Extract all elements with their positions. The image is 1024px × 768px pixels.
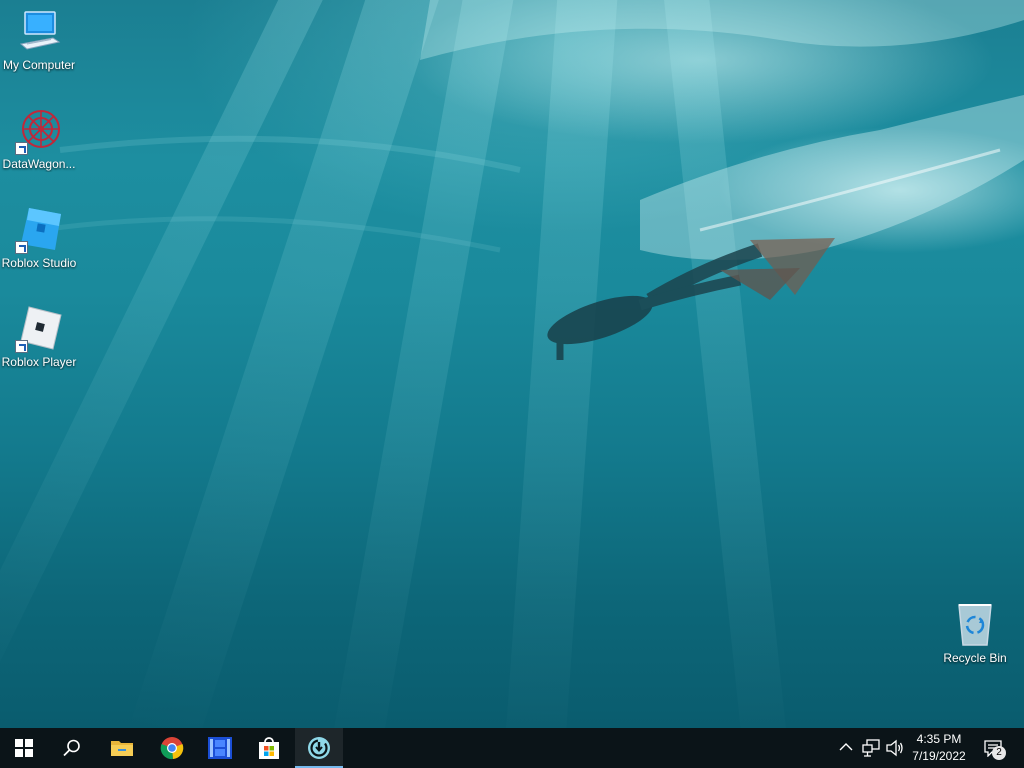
taskbar-active-app[interactable] [295, 728, 343, 768]
shortcut-arrow-icon [15, 241, 28, 254]
wallpaper-waves [39, 0, 1024, 360]
taskbar-file-explorer[interactable] [98, 728, 146, 768]
file-explorer-icon [111, 741, 133, 756]
clock-date[interactable]: 7/19/2022 [904, 749, 974, 763]
show-hidden-icons-button[interactable] [838, 739, 854, 760]
desktop-icon-my-computer[interactable]: My Computer [0, 8, 78, 73]
network-icon [862, 739, 880, 757]
taskbar-microsoft-store[interactable] [245, 728, 293, 768]
desktop-icon-recycle-bin[interactable]: Recycle Bin [936, 601, 1014, 666]
chrome-icon [160, 737, 184, 760]
search-button[interactable] [48, 728, 96, 768]
desktop-icon-label: Roblox Studio [1, 256, 77, 270]
network-status-button[interactable] [862, 739, 880, 762]
computer-icon [15, 8, 63, 56]
desktop-icon-roblox-player[interactable]: Roblox Player [0, 305, 78, 370]
roblox-studio-icon [15, 206, 63, 254]
search-icon [63, 739, 80, 757]
shortcut-arrow-icon [15, 142, 28, 155]
recycle-bin-icon [951, 601, 999, 649]
start-button[interactable] [0, 728, 48, 768]
film-app-icon [208, 737, 232, 759]
desktop[interactable]: My Computer DataWagon... Roblox Studio R… [0, 0, 1024, 728]
desktop-icon-roblox-studio[interactable]: Roblox Studio [0, 206, 78, 271]
windows-start-icon [15, 739, 33, 757]
notification-count-badge: 2 [992, 746, 1006, 760]
action-center-button[interactable]: 2 [984, 739, 1006, 760]
desktop-icon-datawagon[interactable]: DataWagon... [0, 107, 78, 172]
shortcut-arrow-icon [15, 340, 28, 353]
taskbar: 4:35 PM 7/19/2022 2 [0, 728, 1024, 768]
chevron-up-icon [839, 743, 853, 751]
clock-time[interactable]: 4:35 PM [904, 732, 974, 746]
desktop-icon-label: Roblox Player [1, 355, 77, 369]
active-app-icon [308, 737, 330, 759]
desktop-icon-label: Recycle Bin [943, 651, 1007, 665]
speaker-icon [886, 739, 903, 757]
desktop-icon-label: DataWagon... [2, 157, 76, 171]
datawagon-icon [15, 107, 63, 155]
desktop-icon-label: My Computer [2, 58, 76, 72]
taskbar-chrome[interactable] [148, 728, 196, 768]
microsoft-store-icon [259, 737, 279, 759]
taskbar-film-app[interactable] [196, 728, 244, 768]
roblox-player-icon [15, 305, 63, 353]
volume-button[interactable] [886, 739, 904, 762]
